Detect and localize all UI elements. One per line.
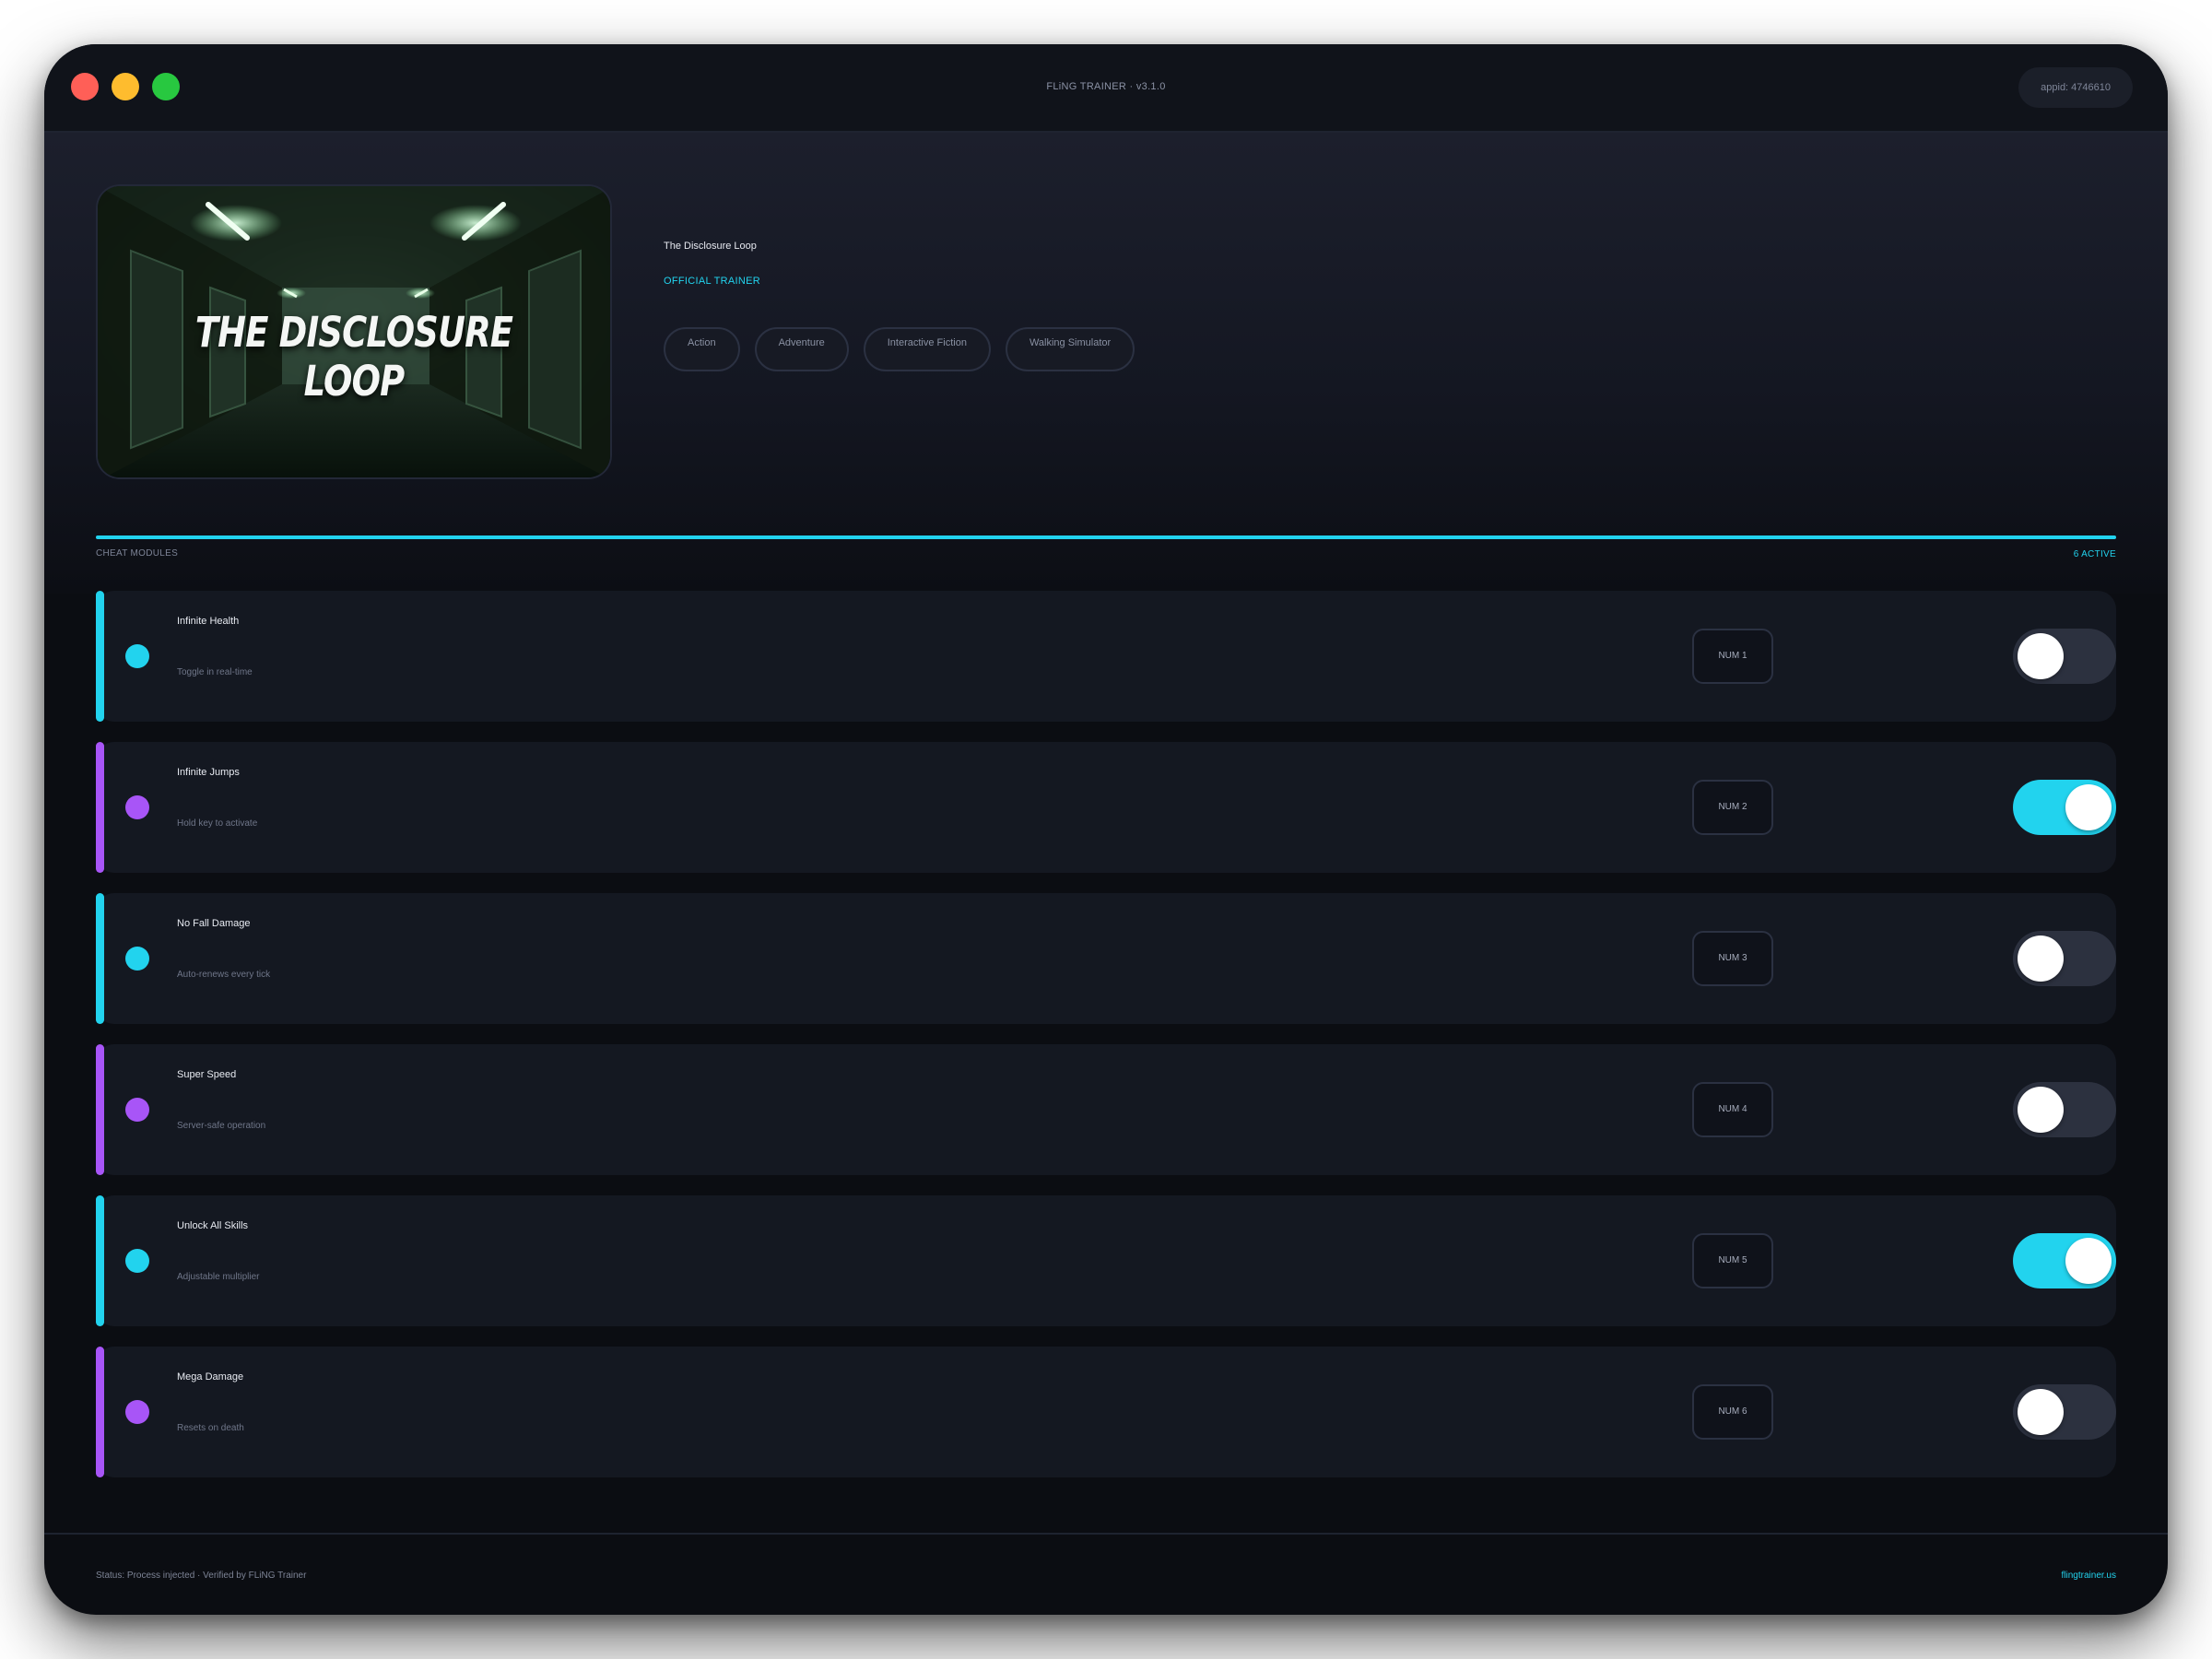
row-accent-bar (96, 1195, 104, 1326)
status-dot (125, 644, 149, 668)
section-label: CHEAT MODULES (96, 548, 179, 559)
cheat-row-infinite-health: Infinite Health Toggle in real-time NUM … (96, 591, 2116, 722)
website-link[interactable]: flingtrainer.us (2062, 1571, 2116, 1581)
cheat-description: Toggle in real-time (177, 667, 253, 677)
tag-walking-simulator[interactable]: Walking Simulator (1005, 327, 1135, 371)
cheat-toggle[interactable] (2013, 629, 2116, 684)
row-accent-bar (96, 591, 104, 722)
row-accent-bar (96, 742, 104, 873)
status-dot (125, 1098, 149, 1122)
tag-adventure[interactable]: Adventure (754, 327, 849, 371)
footer-divider (44, 1533, 2168, 1535)
tag-interactive-fiction[interactable]: Interactive Fiction (863, 327, 991, 371)
cheat-name: Mega Damage (177, 1371, 244, 1382)
status-dot (125, 947, 149, 971)
toggle-knob (2018, 633, 2064, 679)
status-dot (125, 795, 149, 819)
cheat-name: No Fall Damage (177, 918, 251, 929)
window-title: FLiNG TRAINER · v3.1.0 (1046, 81, 1166, 92)
cover-title-text: THE DISCLOSURE LOOP (194, 308, 513, 406)
status-dot (125, 1400, 149, 1424)
cheat-row-super-speed: Super Speed Server-safe operation NUM 4 (96, 1044, 2116, 1175)
cheat-description: Adjustable multiplier (177, 1272, 260, 1282)
cheat-name: Unlock All Skills (177, 1220, 249, 1231)
cheat-toggle[interactable] (2013, 931, 2116, 986)
toggle-knob (2018, 1389, 2064, 1435)
hotkey-button[interactable]: NUM 6 (1692, 1384, 1773, 1440)
trainer-window: FLiNG TRAINER · v3.1.0 appid: 4746610 TH… (44, 44, 2168, 1615)
section-divider (96, 535, 2116, 539)
row-accent-bar (96, 1044, 104, 1175)
cheat-description: Hold key to activate (177, 818, 258, 829)
cheat-row-no-fall-damage: No Fall Damage Auto-renews every tick NU… (96, 893, 2116, 1024)
hotkey-button[interactable]: NUM 2 (1692, 780, 1773, 835)
cheat-name: Infinite Jumps (177, 767, 240, 778)
hotkey-button[interactable]: NUM 1 (1692, 629, 1773, 684)
hotkey-button[interactable]: NUM 4 (1692, 1082, 1773, 1137)
cheat-name: Infinite Health (177, 616, 240, 627)
cheat-description: Server-safe operation (177, 1121, 266, 1131)
cheat-description: Resets on death (177, 1423, 244, 1433)
cheat-toggle[interactable] (2013, 780, 2116, 835)
toggle-knob (2018, 935, 2064, 982)
cheat-toggle[interactable] (2013, 1384, 2116, 1440)
cheat-description: Auto-renews every tick (177, 970, 271, 980)
toggle-knob (2018, 1087, 2064, 1133)
footer-status: Status: Process injected · Verified by F… (96, 1571, 307, 1581)
row-accent-bar (96, 1347, 104, 1477)
hotkey-button[interactable]: NUM 5 (1692, 1233, 1773, 1288)
hotkey-button[interactable]: NUM 3 (1692, 931, 1773, 986)
cheat-row-unlock-all-skills: Unlock All Skills Adjustable multiplier … (96, 1195, 2116, 1326)
cheat-row-infinite-jumps: Infinite Jumps Hold key to activate NUM … (96, 742, 2116, 873)
status-dot (125, 1249, 149, 1273)
cheat-name: Super Speed (177, 1069, 237, 1080)
appid-badge: appid: 4746610 (2018, 67, 2133, 108)
game-title: The Disclosure Loop (664, 241, 757, 252)
cheat-row-mega-damage: Mega Damage Resets on death NUM 6 (96, 1347, 2116, 1477)
active-count: 6 ACTIVE (2073, 549, 2116, 559)
tag-action[interactable]: Action (664, 327, 740, 371)
cheat-list: Infinite Health Toggle in real-time NUM … (96, 591, 2116, 1498)
game-cover-image: THE DISCLOSURE LOOP (96, 184, 612, 479)
toggle-knob (2065, 1238, 2112, 1284)
cheat-toggle[interactable] (2013, 1082, 2116, 1137)
game-header: THE DISCLOSURE LOOP The Disclosure Loop … (44, 133, 2168, 594)
row-accent-bar (96, 893, 104, 1024)
title-bar: FLiNG TRAINER · v3.1.0 appid: 4746610 (44, 44, 2168, 133)
official-trainer-badge: OFFICIAL TRAINER (664, 276, 761, 287)
cheat-toggle[interactable] (2013, 1233, 2116, 1288)
genre-tags: Action Adventure Interactive Fiction Wal… (664, 327, 1135, 371)
toggle-knob (2065, 784, 2112, 830)
